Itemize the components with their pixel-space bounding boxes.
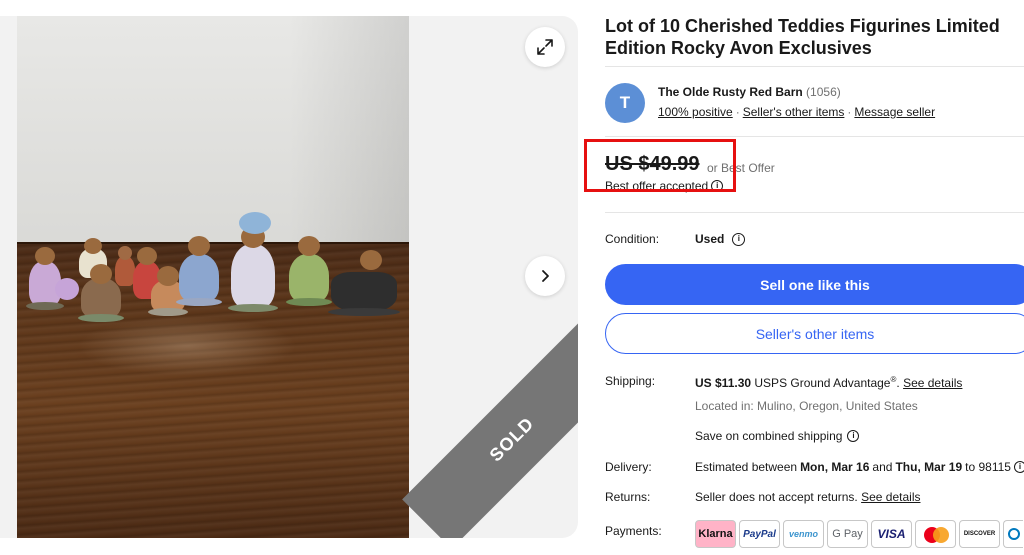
shipping-see-details-link[interactable]: See details — [903, 376, 962, 390]
figurine — [176, 236, 222, 306]
seller-other-items-link[interactable]: Seller's other items — [743, 105, 845, 119]
shipping-service: USPS Ground Advantage — [754, 376, 891, 390]
figurine — [115, 246, 135, 286]
klarna-logo: Klarna — [695, 520, 736, 548]
mastercard-logo — [915, 520, 956, 548]
figurine — [228, 212, 278, 312]
sold-banner: SOLD — [402, 273, 578, 538]
diners-club-logo — [1003, 520, 1023, 548]
seller-links: 100% positive · Seller's other items · Messa… — [658, 105, 936, 119]
item-location: Located in: Mulino, Oregon, United State… — [695, 399, 918, 413]
expand-icon — [537, 39, 553, 55]
returns-see-details-link[interactable]: See details — [861, 490, 920, 504]
shipping-value: US $11.30 USPS Ground Advantage®. See de… — [695, 375, 963, 390]
chevron-right-icon — [542, 270, 549, 282]
shipping-price: US $11.30 — [695, 376, 752, 390]
delivery-label: Delivery: — [605, 460, 652, 474]
figurine — [78, 264, 124, 322]
condition-value: Used i — [695, 232, 746, 246]
figurine — [55, 278, 79, 300]
sellers-other-items-button[interactable]: Seller's other items — [605, 313, 1024, 354]
combined-shipping: Save on combined shipping i — [695, 429, 860, 443]
next-image-button[interactable] — [525, 256, 565, 296]
feedback-count: (1056) — [806, 85, 841, 99]
paypal-logo: PayPal — [739, 520, 780, 548]
message-seller-link[interactable]: Message seller — [854, 105, 935, 119]
avatar[interactable]: T — [605, 83, 645, 123]
listing-photo[interactable] — [17, 16, 409, 538]
returns-label: Returns: — [605, 490, 651, 504]
info-icon[interactable]: i — [1013, 461, 1024, 473]
visa-logo: VISA — [871, 520, 912, 548]
returns-value: Seller does not accept returns. See deta… — [695, 490, 921, 504]
seller-name-line: The Olde Rusty Red Barn (1056) — [658, 85, 841, 99]
payment-methods: Klarna PayPal venmo G Pay VISA DISCOVER — [695, 520, 1023, 548]
venmo-logo: venmo — [783, 520, 824, 548]
figurine — [286, 236, 332, 306]
delivery-value: Estimated between Mon, Mar 16 and Thu, M… — [695, 460, 1024, 474]
image-gallery: SOLD — [0, 16, 578, 538]
highlight-box — [584, 139, 736, 192]
seller-card: T The Olde Rusty Red Barn (1056) 100% po… — [605, 82, 1024, 124]
google-pay-logo: G Pay — [827, 520, 868, 548]
info-icon[interactable]: i — [847, 430, 860, 442]
discover-logo: DISCOVER — [959, 520, 1000, 548]
listing-title: Lot of 10 Cherished Teddies Figurines Li… — [605, 16, 1000, 58]
divider — [605, 66, 1024, 67]
seller-name[interactable]: The Olde Rusty Red Barn — [658, 85, 803, 99]
payments-label: Payments: — [605, 524, 662, 538]
condition-label: Condition: — [605, 232, 660, 246]
info-icon[interactable]: i — [732, 232, 746, 246]
divider — [605, 136, 1024, 137]
listing-details: Lot of 10 Cherished Teddies Figurines Li… — [605, 0, 1024, 555]
figurine-motorcycle — [328, 250, 400, 316]
expand-button[interactable] — [525, 27, 565, 67]
divider — [605, 212, 1024, 213]
shipping-label: Shipping: — [605, 374, 656, 388]
positive-feedback-link[interactable]: 100% positive — [658, 105, 733, 119]
sell-one-like-this-button[interactable]: Sell one like this — [605, 264, 1024, 305]
